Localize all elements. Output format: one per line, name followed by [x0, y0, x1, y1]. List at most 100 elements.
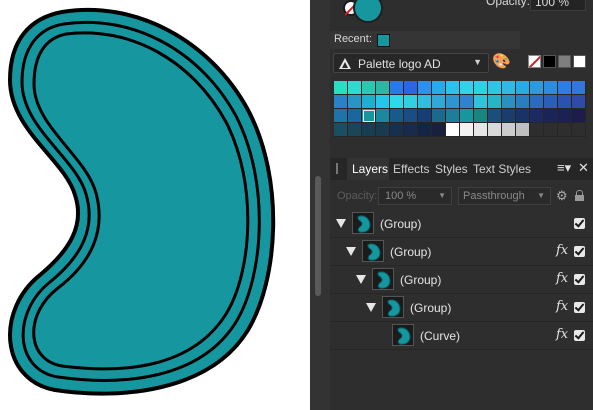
palette-swatch[interactable]	[572, 81, 586, 95]
layer-row[interactable]: (Group) fx	[330, 238, 593, 266]
palette-swatch[interactable]	[502, 81, 516, 95]
palette-swatch[interactable]	[572, 95, 586, 109]
recent-swatch[interactable]	[377, 34, 390, 47]
palette-swatch[interactable]	[334, 109, 348, 123]
palette-swatch[interactable]	[446, 95, 460, 109]
lock-icon[interactable]	[575, 190, 584, 201]
palette-dropdown[interactable]: Palette logo AD ▼	[333, 53, 489, 73]
palette-swatch[interactable]	[404, 109, 418, 123]
expand-triangle-icon[interactable]	[336, 219, 346, 228]
layer-row[interactable]: (Group) fx	[330, 266, 593, 294]
layer-row[interactable]: (Curve) fx	[330, 322, 593, 350]
palette-swatch[interactable]	[390, 123, 404, 137]
palette-swatch[interactable]	[376, 81, 390, 95]
palette-swatch[interactable]	[348, 81, 362, 95]
visibility-checkbox[interactable]	[574, 218, 585, 229]
visibility-checkbox[interactable]	[574, 246, 585, 257]
expand-triangle-icon[interactable]	[366, 303, 376, 312]
palette-swatch[interactable]	[334, 95, 348, 109]
gray-swatch[interactable]	[558, 55, 571, 68]
palette-swatch[interactable]	[446, 109, 460, 123]
tab-styles[interactable]: Styles	[435, 162, 468, 176]
palette-icon[interactable]: 🎨	[492, 54, 511, 70]
fx-icon[interactable]: fx	[556, 299, 568, 314]
palette-swatch[interactable]	[516, 81, 530, 95]
palette-swatch[interactable]	[530, 81, 544, 95]
fx-icon[interactable]: fx	[556, 243, 568, 258]
tab-layers[interactable]: Layers	[352, 162, 388, 176]
tab-effects[interactable]: Effects	[393, 162, 429, 176]
palette-swatch[interactable]	[530, 123, 544, 137]
palette-swatch[interactable]	[390, 109, 404, 123]
palette-swatch[interactable]	[474, 95, 488, 109]
palette-swatch[interactable]	[558, 109, 572, 123]
gear-icon[interactable]: ⚙	[556, 188, 568, 204]
palette-swatch[interactable]	[474, 81, 488, 95]
close-icon[interactable]: ✕	[578, 160, 589, 176]
palette-swatch[interactable]	[432, 109, 446, 123]
drag-handle-icon[interactable]	[336, 163, 338, 174]
palette-swatch[interactable]	[544, 109, 558, 123]
bean-shape[interactable]	[0, 0, 310, 410]
palette-swatch[interactable]	[418, 123, 432, 137]
visibility-checkbox[interactable]	[574, 274, 585, 285]
palette-swatch[interactable]	[488, 95, 502, 109]
palette-swatch[interactable]	[432, 95, 446, 109]
white-swatch[interactable]	[573, 55, 586, 68]
no-color-swatch[interactable]	[528, 55, 541, 68]
fill-color-swatch[interactable]	[353, 0, 383, 23]
palette-swatch[interactable]	[460, 81, 474, 95]
visibility-checkbox[interactable]	[574, 302, 585, 313]
palette-swatch[interactable]	[432, 123, 446, 137]
palette-swatch[interactable]	[502, 109, 516, 123]
palette-swatch[interactable]	[488, 109, 502, 123]
palette-swatch[interactable]	[446, 81, 460, 95]
palette-swatch[interactable]	[558, 123, 572, 137]
palette-swatch[interactable]	[404, 95, 418, 109]
palette-swatch[interactable]	[530, 109, 544, 123]
palette-swatch[interactable]	[474, 109, 488, 123]
palette-swatch[interactable]	[516, 123, 530, 137]
palette-swatch[interactable]	[558, 81, 572, 95]
expand-triangle-icon[interactable]	[356, 275, 366, 284]
palette-swatch[interactable]	[362, 109, 376, 123]
palette-swatch[interactable]	[362, 123, 376, 137]
palette-swatch[interactable]	[460, 123, 474, 137]
palette-swatch[interactable]	[404, 81, 418, 95]
palette-swatch[interactable]	[390, 81, 404, 95]
palette-swatch[interactable]	[376, 109, 390, 123]
fx-icon[interactable]: fx	[556, 271, 568, 286]
palette-swatch[interactable]	[376, 123, 390, 137]
palette-swatch[interactable]	[544, 123, 558, 137]
palette-swatch[interactable]	[572, 109, 586, 123]
palette-swatch[interactable]	[544, 81, 558, 95]
fx-icon[interactable]: fx	[556, 327, 568, 342]
palette-swatch[interactable]	[530, 95, 544, 109]
palette-swatch[interactable]	[474, 123, 488, 137]
palette-swatch[interactable]	[418, 81, 432, 95]
palette-swatch[interactable]	[348, 95, 362, 109]
palette-swatch[interactable]	[362, 81, 376, 95]
menu-icon[interactable]: ≡▾	[557, 160, 571, 176]
palette-swatch[interactable]	[446, 123, 460, 137]
black-swatch[interactable]	[543, 55, 556, 68]
palette-swatch[interactable]	[502, 123, 516, 137]
palette-swatch[interactable]	[432, 81, 446, 95]
palette-swatch[interactable]	[418, 95, 432, 109]
palette-swatch[interactable]	[390, 95, 404, 109]
expand-triangle-icon[interactable]	[346, 247, 356, 256]
palette-swatch[interactable]	[362, 95, 376, 109]
layer-row[interactable]: (Group)	[330, 210, 593, 238]
palette-swatch[interactable]	[376, 95, 390, 109]
palette-swatch[interactable]	[502, 95, 516, 109]
palette-swatch[interactable]	[404, 123, 418, 137]
layer-row[interactable]: (Group) fx	[330, 294, 593, 322]
blend-mode-dropdown[interactable]: Passthrough ▼	[458, 187, 551, 205]
design-canvas[interactable]	[0, 0, 310, 410]
palette-swatch[interactable]	[334, 123, 348, 137]
palette-swatch[interactable]	[460, 95, 474, 109]
palette-swatch[interactable]	[488, 81, 502, 95]
visibility-checkbox[interactable]	[574, 330, 585, 341]
scrollbar[interactable]	[315, 176, 321, 296]
layer-opacity-field[interactable]: 100 % ▼	[378, 187, 452, 205]
